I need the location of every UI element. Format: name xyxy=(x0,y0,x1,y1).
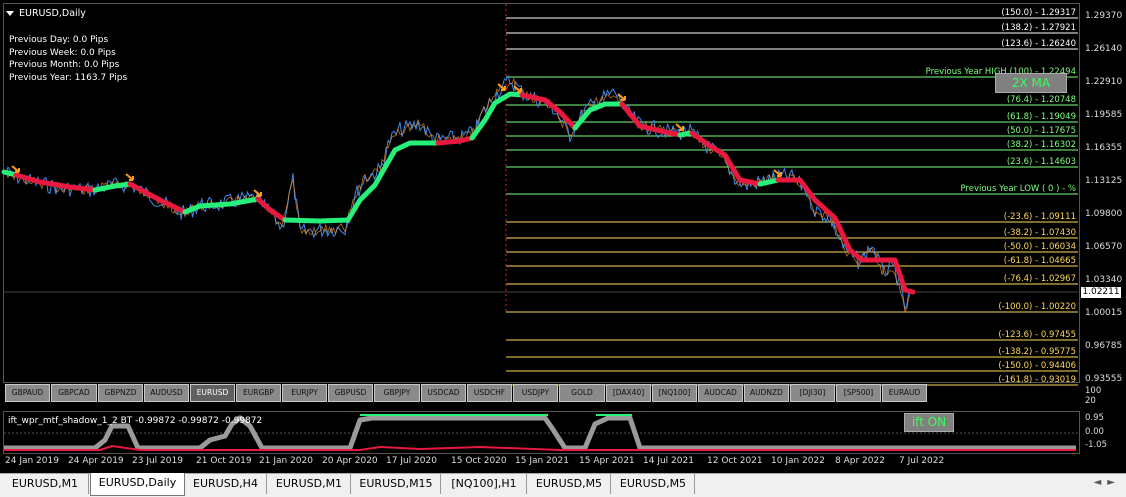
time-axis-label: 8 Apr 2022 xyxy=(835,456,885,466)
ind-axis-label: 20 xyxy=(1085,396,1096,406)
time-axis-label: 15 Jan 2021 xyxy=(515,456,569,466)
ind-axis-label: 100 xyxy=(1085,386,1102,396)
chart-tab[interactable]: [NQ100],H1 xyxy=(442,474,527,494)
indicator-title: ift_wpr_mtf_shadow_1_2 BT -0.99872 -0.99… xyxy=(8,416,263,426)
time-axis-label: 21 Jan 2020 xyxy=(259,456,313,466)
time-axis-label: 17 Jul 2020 xyxy=(386,456,437,466)
time-axis-label: 10 Jan 2022 xyxy=(771,456,825,466)
indicator-axis: 100 20 0.95 0.00 -1.05 xyxy=(1079,384,1126,454)
indicator-canvas[interactable] xyxy=(0,0,1126,460)
chart-tab[interactable]: EURUSD,Daily xyxy=(90,473,185,496)
chart-window[interactable]: (150.0) - 1.29317 (138.2) - 1.27921 (123.6… xyxy=(0,0,1126,473)
time-axis-label: 15 Apr 2021 xyxy=(579,456,635,466)
chart-tab-bar: ◄► EURUSD,M1 EURUSD,Daily EURUSD,H4 EURUSD,… xyxy=(0,473,1126,497)
chart-tab[interactable]: EURUSD,M1 xyxy=(268,474,351,494)
time-axis-label: 14 Jul 2021 xyxy=(643,456,694,466)
ind-axis-label: 0.95 xyxy=(1085,413,1104,423)
tab-scroll-arrows-icon[interactable]: ◄► xyxy=(1094,477,1121,488)
time-axis[interactable]: 24 Jan 2019 24 Apr 2019 23 Jul 2019 21 Oct … xyxy=(0,454,1080,470)
ift-toggle-button[interactable]: ift ON xyxy=(904,413,954,432)
chart-tab[interactable]: EURUSD,M5 xyxy=(528,474,611,494)
chart-tab[interactable]: EURUSD,M5 xyxy=(612,474,695,494)
time-axis-label: 24 Jan 2019 xyxy=(5,456,59,466)
time-axis-label: 21 Oct 2019 xyxy=(196,456,252,466)
ind-axis-label: 0.00 xyxy=(1085,427,1104,437)
time-axis-label: 24 Apr 2019 xyxy=(68,456,124,466)
time-axis-label: 7 Jul 2022 xyxy=(899,456,945,466)
time-axis-label: 15 Oct 2020 xyxy=(451,456,507,466)
chart-tab[interactable]: EURUSD,M1 xyxy=(2,474,89,494)
time-axis-label: 23 Jul 2019 xyxy=(132,456,183,466)
chart-tab[interactable]: EURUSD,M15 xyxy=(352,474,441,494)
time-axis-label: 20 Apr 2020 xyxy=(322,456,378,466)
chart-tab[interactable]: EURUSD,H4 xyxy=(185,474,267,494)
ind-axis-label: -1.05 xyxy=(1085,440,1107,450)
time-axis-label: 12 Oct 2021 xyxy=(707,456,763,466)
